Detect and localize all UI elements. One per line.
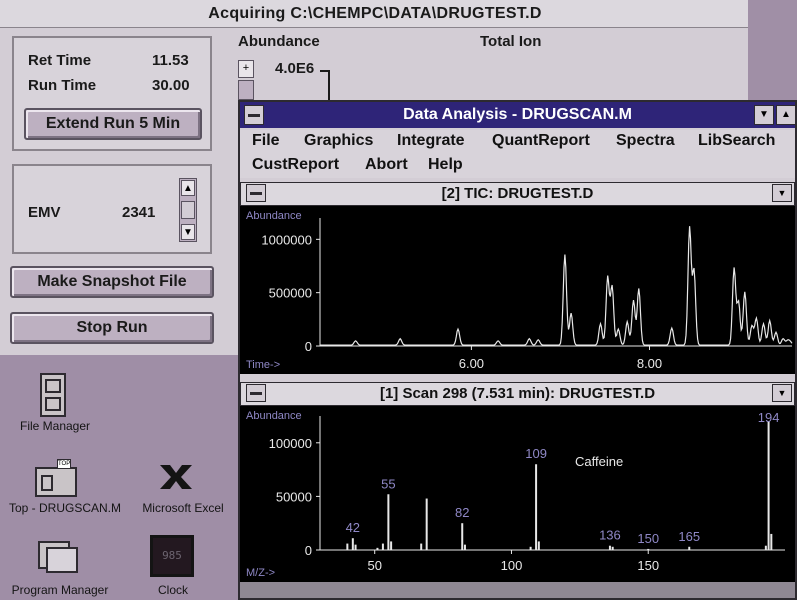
scan-x-tick-label: 50 <box>367 558 381 573</box>
data-analysis-title: Data Analysis - DRUGSCAN.M <box>403 106 632 123</box>
system-menu-icon[interactable] <box>244 105 264 125</box>
scan-titlebar[interactable]: [1] Scan 298 (7.531 min): DRUGTEST.D <box>240 382 795 406</box>
clock-icon[interactable]: 985 <box>150 535 194 577</box>
data-analysis-titlebar[interactable]: Data Analysis - DRUGSCAN.M <box>240 102 795 128</box>
tic-trace <box>320 226 793 346</box>
run-time-value: 30.00 <box>152 77 190 94</box>
maximize-icon[interactable]: ▲ <box>776 105 796 125</box>
tic-minimize-icon[interactable]: ▼ <box>772 184 792 202</box>
emv-group: EMV 2341 ▲ ▼ <box>12 164 212 254</box>
menu-abort[interactable]: Abort <box>365 156 408 174</box>
run-time-group: Ret Time 11.53 Run Time 30.00 Extend Run… <box>12 36 212 151</box>
tic-title: [2] TIC: DRUGTEST.D <box>441 185 594 202</box>
desktop: File Manager TOP Top - DRUGSCAN.M Micros… <box>0 355 238 600</box>
menu-graphics[interactable]: Graphics <box>304 132 373 150</box>
scan-peak-label: 165 <box>678 529 700 544</box>
menu-spectra[interactable]: Spectra <box>616 132 675 150</box>
scan-peak-label: 82 <box>455 505 469 520</box>
menu-file[interactable]: File <box>252 132 280 150</box>
ret-time-value: 11.53 <box>152 52 189 69</box>
scan-y-tick-label: 50000 <box>276 489 312 504</box>
tic-y-tick-label: 0 <box>305 339 312 354</box>
scan-peak-label: 150 <box>637 531 659 546</box>
run-time-label: Run Time <box>28 77 97 94</box>
scan-peak-label: 194 <box>758 410 780 425</box>
total-ion-label: Total Ion <box>480 33 542 50</box>
gc-instrument-icon[interactable]: TOP <box>35 459 77 497</box>
menu-custreport[interactable]: CustReport <box>252 156 339 174</box>
tic-y-tick-label: 1000000 <box>261 232 312 247</box>
stop-run-button[interactable]: Stop Run <box>10 312 214 344</box>
clock-display: 985 <box>162 549 182 562</box>
caffeine-annotation: Caffeine <box>575 454 623 469</box>
program-manager-icon[interactable] <box>38 537 78 575</box>
clock-label: Clock <box>157 583 188 597</box>
emv-stepper[interactable]: ▲ ▼ <box>179 178 197 242</box>
ret-time-label: Ret Time <box>28 52 92 69</box>
emv-label: EMV <box>28 204 61 221</box>
tic-x-tick-label: 8.00 <box>637 356 662 371</box>
make-snapshot-label: Make Snapshot File <box>37 273 187 290</box>
drugscan-label: Top - DRUGSCAN.M <box>8 501 121 515</box>
scale-axis <box>328 70 330 100</box>
stop-run-label: Stop Run <box>76 319 148 336</box>
scan-x-label: M/Z-> <box>246 567 275 579</box>
arrow-up-icon[interactable]: ▲ <box>181 180 195 196</box>
menu-integrate[interactable]: Integrate <box>397 132 465 150</box>
program-manager-label: Program Manager <box>11 583 109 597</box>
scan-minimize-icon[interactable]: ▼ <box>772 384 792 402</box>
stepper-thumb[interactable] <box>181 201 195 219</box>
scan-title: [1] Scan 298 (7.531 min): DRUGTEST.D <box>379 385 656 402</box>
scrollbar-track[interactable] <box>238 80 254 100</box>
scan-y-tick-label: 100000 <box>269 436 312 451</box>
data-analysis-window: Data Analysis - DRUGSCAN.M ▼ ▲ File Grap… <box>238 100 797 600</box>
scan-peak-label: 136 <box>599 528 621 543</box>
excel-label: Microsoft Excel <box>142 501 224 515</box>
file-cabinet-icon[interactable] <box>40 373 66 417</box>
scan-system-icon[interactable] <box>246 384 266 402</box>
excel-icon[interactable] <box>156 459 196 495</box>
tic-y-tick-label: 500000 <box>269 286 312 301</box>
tic-system-icon[interactable] <box>246 184 266 202</box>
scan-plot[interactable]: Abundance M/Z-> 100000 50000 0 50 100 150 42 55 82… <box>240 406 795 582</box>
tic-plot[interactable]: Abundance Time-> 1000000 500000 0 6.00 8.00 <box>240 206 795 374</box>
tic-x-tick-label: 6.00 <box>459 356 484 371</box>
scan-x-tick-label: 100 <box>501 558 523 573</box>
scroll-up-icon[interactable]: + <box>238 60 254 78</box>
file-manager-label: File Manager <box>19 419 91 433</box>
tic-chart: Abundance Time-> 1000000 500000 0 6.00 8.00 <box>246 210 793 371</box>
scan-y-label: Abundance <box>246 410 302 422</box>
emv-value: 2341 <box>122 204 156 221</box>
menu-help[interactable]: Help <box>428 156 463 174</box>
scan-y-tick-label: 0 <box>305 543 312 558</box>
scan-peak-label: 55 <box>381 476 395 491</box>
arrow-down-icon[interactable]: ▼ <box>181 224 195 240</box>
make-snapshot-button[interactable]: Make Snapshot File <box>10 266 214 298</box>
menu-bar: File Graphics Integrate QuantReport Spec… <box>240 130 795 178</box>
tic-titlebar[interactable]: [2] TIC: DRUGTEST.D <box>240 182 795 206</box>
minimize-icon[interactable]: ▼ <box>754 105 774 125</box>
tic-x-label: Time-> <box>246 359 280 371</box>
scan-x-tick-label: 150 <box>637 558 659 573</box>
extend-run-label: Extend Run 5 Min <box>45 115 181 132</box>
scan-peak-label: 42 <box>346 520 360 535</box>
scan-chart: Abundance M/Z-> 100000 50000 0 50 100 150 42 55 82… <box>246 410 785 579</box>
tic-y-label: Abundance <box>246 210 302 222</box>
acquisition-title: Acquiring C:\CHEMPC\DATA\DRUGTEST.D <box>0 0 750 28</box>
window-bottom-strip <box>240 582 795 598</box>
menu-quantreport[interactable]: QuantReport <box>492 132 590 150</box>
abundance-label: Abundance <box>238 33 320 50</box>
scan-peak-label: 109 <box>525 446 547 461</box>
menu-libsearch[interactable]: LibSearch <box>698 132 775 150</box>
plot-separator <box>240 374 795 382</box>
scale-value: 4.0E6 <box>275 60 315 77</box>
extend-run-button[interactable]: Extend Run 5 Min <box>24 108 202 140</box>
